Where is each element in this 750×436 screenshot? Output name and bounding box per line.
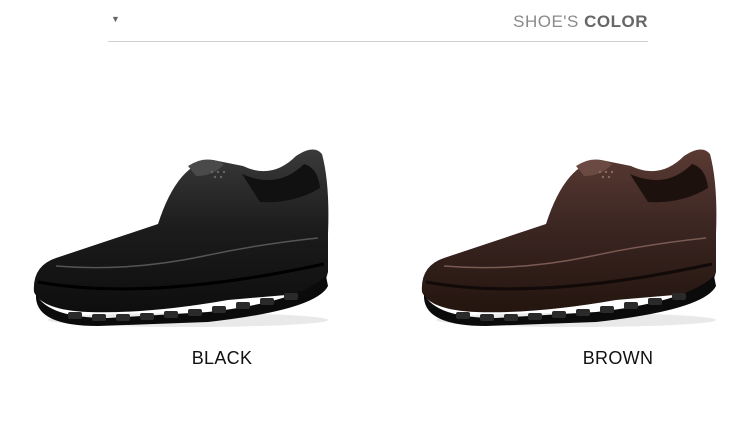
section-header: ▼ SHOE'S COLOR <box>108 0 648 42</box>
brown-shoe-image <box>421 149 717 327</box>
section-title-bold: COLOR <box>584 12 648 31</box>
color-label-black: BLACK <box>191 348 253 368</box>
section-title: SHOE'S COLOR <box>513 12 648 32</box>
black-shoe-image <box>33 149 329 327</box>
section-title-prefix: SHOE'S <box>513 12 579 31</box>
color-label-brown: BROWN <box>582 348 654 368</box>
triangle-down-icon: ▼ <box>111 14 120 24</box>
